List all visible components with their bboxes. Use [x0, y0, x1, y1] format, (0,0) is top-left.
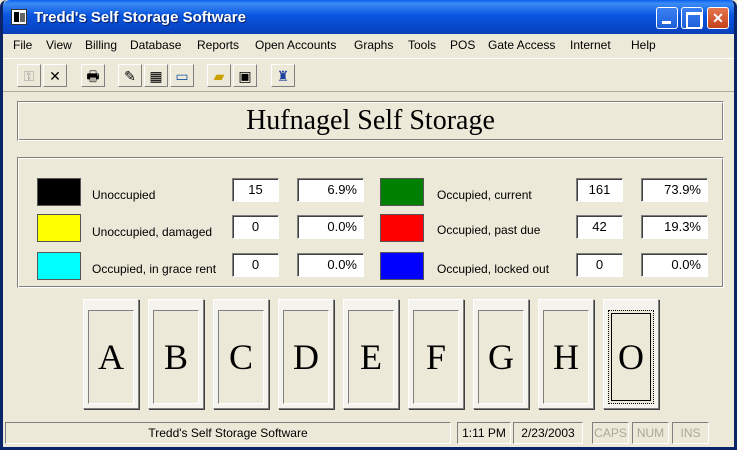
menu-file[interactable]: File [13, 38, 32, 52]
menu-tools[interactable]: Tools [408, 38, 436, 52]
close-x-icon[interactable]: ✕ [43, 64, 67, 87]
notes-icon[interactable]: ✎ [118, 64, 142, 87]
percent-occupied-locked-out: 0.0% [641, 253, 708, 277]
status-time: 1:11 PM [457, 422, 511, 444]
open-folder-icon[interactable]: ▰ [207, 64, 231, 87]
building-h-label: H [553, 337, 579, 377]
calculator-icon[interactable]: ▦ [144, 64, 168, 87]
keyboard-icon[interactable]: ▭ [170, 64, 194, 87]
building-o-button[interactable]: O [603, 299, 659, 409]
swatch-occupied-grace [37, 252, 81, 280]
swatch-unoccupied [37, 178, 81, 206]
menu-internet[interactable]: Internet [570, 38, 611, 52]
label-occupied-locked-out: Occupied, locked out [437, 262, 550, 276]
building-c-label: C [228, 337, 253, 377]
menu-reports[interactable]: Reports [197, 38, 239, 52]
status-bar: Tredd's Self Storage Software 1:11 PM 2/… [3, 419, 734, 447]
building-b-label: B [163, 337, 188, 377]
menu-bar: File View Billing Database Reports Open … [3, 34, 734, 56]
count-occupied-locked-out: 0 [576, 253, 623, 277]
facility-name: Hufnagel Self Storage [246, 105, 495, 136]
printer-icon[interactable]: 🖶 [81, 64, 105, 87]
label-occupied-grace: Occupied, in grace rent [92, 262, 217, 276]
building-a-label: A [98, 337, 124, 377]
close-button[interactable] [707, 7, 729, 29]
menu-pos[interactable]: POS [450, 38, 475, 52]
status-date: 2/23/2003 [513, 422, 583, 444]
percent-occupied-current: 73.9% [641, 178, 708, 202]
swatch-occupied-current [380, 178, 424, 206]
title-bar[interactable]: Tredd's Self Storage Software [3, 0, 734, 34]
percent-occupied-past-due: 19.3% [641, 215, 708, 239]
count-unoccupied: 15 [232, 178, 279, 202]
count-unoccupied-damaged: 0 [232, 215, 279, 239]
status-app-name: Tredd's Self Storage Software [5, 422, 451, 444]
count-occupied-current: 161 [576, 178, 623, 202]
building-b-button[interactable]: B [148, 299, 204, 409]
building-a-button[interactable]: A [83, 299, 139, 409]
building-e-button[interactable]: E [343, 299, 399, 409]
app-window: Tredd's Self Storage Software File View … [0, 0, 737, 450]
save-disk-icon[interactable]: ▣ [233, 64, 257, 87]
menu-gate-access[interactable]: Gate Access [488, 38, 555, 52]
percent-unoccupied-damaged: 0.0% [297, 215, 364, 239]
menu-database[interactable]: Database [130, 38, 181, 52]
building-e-label: E [360, 337, 382, 377]
label-unoccupied-damaged: Unoccupied, damaged [92, 225, 213, 239]
minimize-button[interactable] [656, 7, 678, 29]
status-ins: INS [672, 422, 709, 444]
menu-view[interactable]: View [46, 38, 72, 52]
building-f-button[interactable]: F [408, 299, 464, 409]
key-icon[interactable]: ⚿ [17, 64, 41, 87]
maximize-button[interactable] [681, 7, 703, 29]
building-g-label: G [488, 337, 514, 377]
swatch-unoccupied-damaged [37, 214, 81, 242]
unit-status-panel: Unoccupied 15 6.9% Unoccupied, damaged 0… [17, 157, 724, 288]
building-h-button[interactable]: H [538, 299, 594, 409]
swatch-occupied-locked-out [380, 252, 424, 280]
facility-name-panel: Hufnagel Self Storage [17, 101, 724, 141]
label-unoccupied: Unoccupied [92, 188, 156, 202]
building-d-button[interactable]: D [278, 299, 334, 409]
app-icon[interactable] [11, 9, 27, 25]
building-d-label: D [293, 337, 319, 377]
label-occupied-past-due: Occupied, past due [437, 223, 541, 237]
menu-help[interactable]: Help [631, 38, 656, 52]
building-f-label: F [425, 337, 447, 377]
count-occupied-past-due: 42 [576, 215, 623, 239]
status-num: NUM [632, 422, 669, 444]
menu-billing[interactable]: Billing [85, 38, 117, 52]
window-title: Tredd's Self Storage Software [34, 9, 246, 26]
building-o-label: O [618, 337, 644, 377]
building-c-button[interactable]: C [213, 299, 269, 409]
percent-occupied-grace: 0.0% [297, 253, 364, 277]
percent-unoccupied: 6.9% [297, 178, 364, 202]
wizard-icon[interactable]: ♜ [271, 64, 295, 87]
menu-graphs[interactable]: Graphs [354, 38, 393, 52]
building-g-button[interactable]: G [473, 299, 529, 409]
building-selector: A B C D E F G H O [17, 293, 724, 413]
label-occupied-current: Occupied, current [437, 188, 532, 202]
status-caps: CAPS [592, 422, 629, 444]
count-occupied-grace: 0 [232, 253, 279, 277]
menu-open-accounts[interactable]: Open Accounts [255, 38, 336, 52]
toolbar: ⚿ ✕ 🖶 ✎ ▦ ▭ ▰ ▣ ♜ [3, 58, 734, 92]
swatch-occupied-past-due [380, 214, 424, 242]
